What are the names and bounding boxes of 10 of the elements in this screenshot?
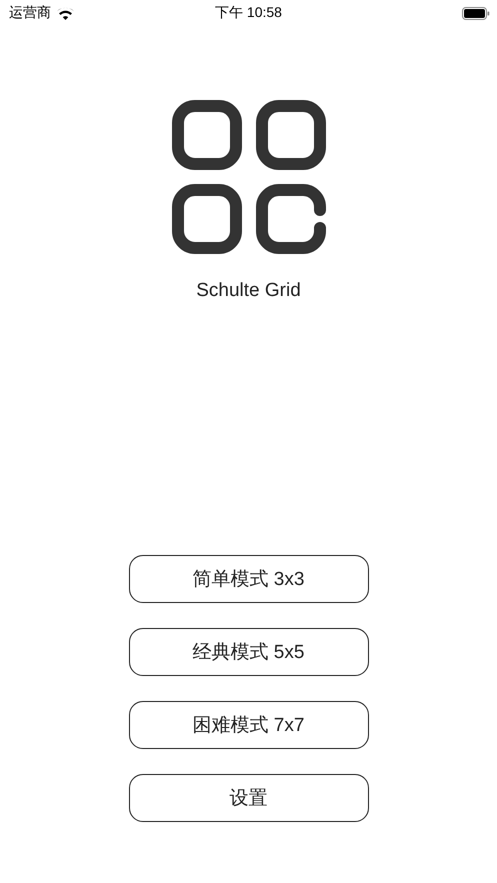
mode-button[interactable]: 设置 — [128, 774, 368, 822]
app-logo-icon — [172, 100, 326, 254]
mode-button[interactable]: 简单模式 3x3 — [128, 555, 368, 603]
app-title: Schulte Grid — [196, 280, 301, 302]
mode-button[interactable]: 困难模式 7x7 — [128, 701, 368, 749]
carrier-name: 运营商 — [9, 4, 51, 22]
wifi-icon — [57, 6, 74, 20]
clock-time: 下午 10:58 — [215, 4, 282, 20]
battery-icon — [462, 6, 490, 20]
mode-button[interactable]: 经典模式 5x5 — [128, 628, 368, 676]
